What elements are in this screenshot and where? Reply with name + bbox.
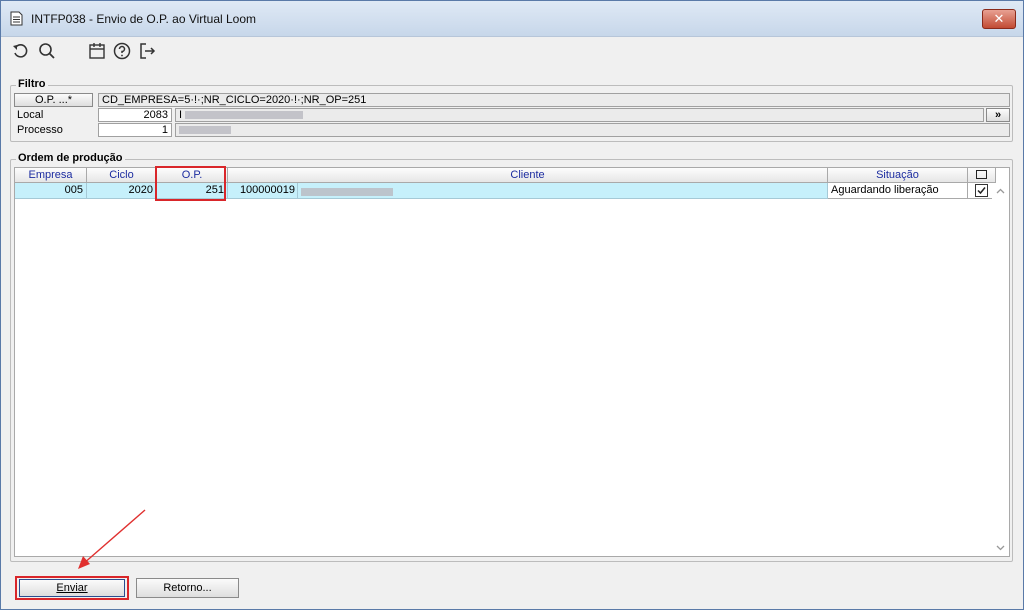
enviar-button[interactable]: Enviar bbox=[19, 579, 125, 597]
vertical-scrollbar[interactable] bbox=[992, 183, 1009, 556]
help-icon[interactable] bbox=[112, 41, 132, 61]
local-code-field[interactable]: 2083 bbox=[98, 108, 172, 122]
toolbar bbox=[1, 37, 1023, 67]
processo-description-field bbox=[175, 123, 1010, 137]
exit-icon[interactable] bbox=[137, 41, 157, 61]
processo-label: Processo bbox=[17, 124, 63, 136]
column-header-situacao[interactable]: Situação bbox=[828, 168, 968, 183]
redacted-text bbox=[179, 126, 231, 135]
undo-icon[interactable] bbox=[11, 41, 31, 61]
title-bar: INTFP038 - Envio de O.P. ao Virtual Loom… bbox=[1, 1, 1023, 37]
cell-situacao[interactable]: Aguardando liberação bbox=[828, 183, 968, 199]
local-label: Local bbox=[17, 109, 44, 121]
cell-op[interactable]: 251 bbox=[157, 183, 228, 199]
column-header-op[interactable]: O.P. bbox=[157, 168, 228, 183]
calendar-icon[interactable] bbox=[87, 41, 107, 61]
retorno-button[interactable]: Retorno... bbox=[136, 578, 239, 598]
search-icon[interactable] bbox=[37, 41, 57, 61]
scroll-up-icon[interactable] bbox=[992, 185, 1009, 197]
redacted-text bbox=[301, 187, 393, 196]
op-filter-button[interactable]: O.P. ...* bbox=[14, 93, 93, 107]
filtro-label: Filtro bbox=[16, 78, 48, 90]
row-checkbox-checked-icon[interactable] bbox=[975, 184, 988, 197]
column-header-empresa[interactable]: Empresa bbox=[15, 168, 87, 183]
cell-cliente-name[interactable] bbox=[298, 183, 828, 199]
cell-cliente-code[interactable]: 100000019 bbox=[228, 183, 298, 199]
column-header-cliente[interactable]: Cliente bbox=[228, 168, 828, 183]
column-header-ciclo[interactable]: Ciclo bbox=[87, 168, 157, 183]
processo-code-field[interactable]: 1 bbox=[98, 123, 172, 137]
cell-empresa[interactable]: 005 bbox=[15, 183, 87, 199]
ordem-producao-grid: Empresa Ciclo O.P. Cliente Situação 005 … bbox=[14, 167, 1010, 557]
close-button[interactable]: ✕ bbox=[982, 9, 1016, 29]
annotation-arrow bbox=[78, 509, 146, 569]
redacted-text bbox=[185, 111, 304, 120]
column-header-select-all[interactable] bbox=[968, 168, 996, 183]
local-description-field: I bbox=[175, 108, 984, 122]
local-description-prefix: I bbox=[179, 109, 183, 121]
cell-ciclo[interactable]: 2020 bbox=[87, 183, 157, 199]
window-title: INTFP038 - Envio de O.P. ao Virtual Loom bbox=[31, 12, 257, 26]
scroll-down-icon[interactable] bbox=[992, 542, 1009, 554]
local-lookup-button[interactable]: » bbox=[986, 108, 1010, 122]
op-filter-field[interactable]: CD_EMPRESA=5·!·;NR_CICLO=2020·!·;NR_OP=2… bbox=[98, 93, 1010, 107]
app-window: INTFP038 - Envio de O.P. ao Virtual Loom… bbox=[0, 0, 1024, 610]
ordem-producao-label: Ordem de produção bbox=[16, 152, 125, 164]
select-all-checkbox[interactable] bbox=[976, 170, 987, 179]
document-icon bbox=[10, 11, 23, 26]
enviar-button-label: Enviar bbox=[56, 582, 88, 594]
